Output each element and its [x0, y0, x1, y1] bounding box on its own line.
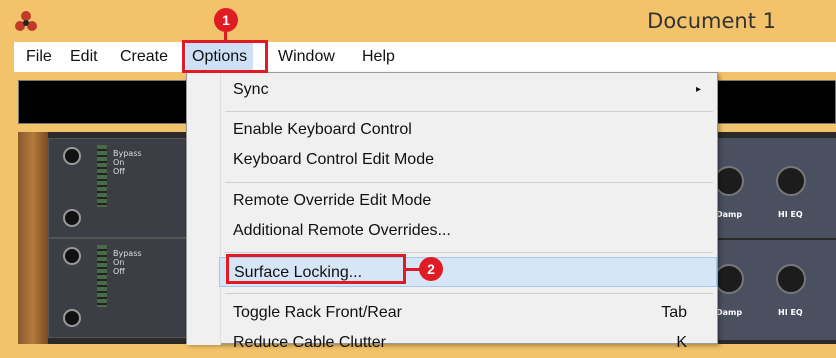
- hi-eq-knob-icon[interactable]: [776, 166, 806, 196]
- rack-knob-icon[interactable]: [63, 309, 81, 327]
- menu-edit[interactable]: Edit: [64, 42, 104, 72]
- menu-separator: [225, 293, 713, 294]
- menu-help[interactable]: Help: [356, 42, 401, 72]
- damp-label: Damp: [716, 308, 743, 317]
- menu-item-reduce-cable-clutter[interactable]: Reduce Cable Clutter K: [219, 328, 717, 358]
- hi-eq-label: HI EQ: [778, 308, 803, 317]
- menu-item-label: Toggle Rack Front/Rear: [233, 304, 402, 321]
- bypass-label: Bypass: [113, 249, 142, 258]
- shortcut-label: Tab: [661, 304, 687, 321]
- menu-item-additional-remote-overrides[interactable]: Additional Remote Overrides...: [219, 216, 717, 246]
- title-bar: Document 1: [0, 0, 836, 42]
- rack-knob-icon[interactable]: [63, 209, 81, 227]
- callout-leader: [406, 268, 420, 271]
- off-label: Off: [113, 167, 125, 176]
- damp-knob-icon[interactable]: [714, 264, 744, 294]
- menu-item-label: Reduce Cable Clutter: [233, 334, 386, 351]
- menu-create[interactable]: Create: [114, 42, 174, 72]
- rack-device-1: Bypass On Off: [48, 138, 198, 238]
- submenu-arrow-icon: ▸: [695, 84, 701, 95]
- step-badge-2: 2: [419, 257, 443, 281]
- on-label: On: [113, 158, 125, 167]
- options-dropdown-menu: Sync ▸ Enable Keyboard Control Keyboard …: [186, 72, 718, 351]
- rack-device-2: Bypass On Off: [48, 238, 198, 338]
- reverb-panel-2: Damp HI EQ: [712, 240, 836, 340]
- callout-leader: [224, 32, 227, 42]
- rack-knob-icon[interactable]: [63, 147, 81, 165]
- level-meter: [97, 145, 107, 207]
- menu-separator: [225, 182, 713, 183]
- damp-knob-icon[interactable]: [714, 166, 744, 196]
- rack-side-panel: [18, 132, 48, 344]
- document-title: Document 1: [647, 9, 776, 33]
- menu-bar: File Edit Create Options Window Help: [14, 42, 836, 72]
- step-badge-1: 1: [214, 8, 238, 32]
- menu-item-remote-override-edit-mode[interactable]: Remote Override Edit Mode: [219, 186, 717, 216]
- menu-separator: [225, 252, 713, 253]
- damp-label: Damp: [716, 210, 743, 219]
- menu-file[interactable]: File: [20, 42, 58, 72]
- shortcut-label: K: [676, 334, 687, 351]
- menu-item-label: Sync: [233, 81, 269, 98]
- app-window: Document 1 File Edit Create Options Wind…: [0, 0, 836, 351]
- menu-icon-gutter: [187, 73, 221, 345]
- menu-item-sync[interactable]: Sync ▸: [219, 75, 717, 105]
- bypass-label: Bypass: [113, 149, 142, 158]
- hi-eq-label: HI EQ: [778, 210, 803, 219]
- hi-eq-knob-icon[interactable]: [776, 264, 806, 294]
- rack-knob-icon[interactable]: [63, 247, 81, 265]
- app-logo-icon: [15, 11, 37, 31]
- callout-box-surface-locking: [226, 254, 406, 284]
- callout-box-options: [182, 40, 268, 73]
- menu-item-keyboard-control-edit-mode[interactable]: Keyboard Control Edit Mode: [219, 145, 717, 175]
- off-label: Off: [113, 267, 125, 276]
- reverb-panel-1: Damp HI EQ: [712, 138, 836, 238]
- menu-item-enable-keyboard-control[interactable]: Enable Keyboard Control: [219, 115, 717, 145]
- level-meter: [97, 245, 107, 307]
- on-label: On: [113, 258, 125, 267]
- menu-item-toggle-rack[interactable]: Toggle Rack Front/Rear Tab: [219, 298, 717, 328]
- menu-separator: [225, 111, 713, 112]
- menu-window[interactable]: Window: [272, 42, 341, 72]
